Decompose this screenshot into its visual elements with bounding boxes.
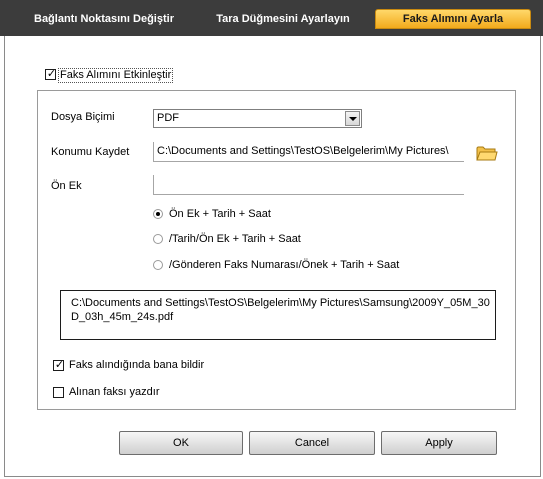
radio-sender-fax-prefix-date-time-label: /Gönderen Faks Numarası/Önek + Tarih + S… (169, 259, 400, 271)
tab-fax-receive-setup[interactable]: Faks Alımını Ayarla (375, 9, 531, 29)
file-format-value: PDF (157, 112, 179, 124)
tab-bar: Bağlantı Noktasını Değiştir Tara Düğmesi… (0, 0, 543, 36)
enable-fax-receive-checkbox[interactable]: ✓ (45, 68, 57, 80)
enable-fax-receive-label[interactable]: Faks Alımını Etkinleştir (58, 68, 174, 83)
path-preview-box: C:\Documents and Settings\TestOS\Belgele… (60, 290, 496, 340)
ok-button[interactable]: OK (119, 431, 243, 455)
radio-prefix-date-time[interactable] (153, 209, 163, 219)
checkmark-icon: ✓ (54, 359, 65, 371)
browse-folder-icon[interactable] (476, 145, 498, 162)
radio-date-prefix-date-time-label: /Tarih/Ön Ek + Tarih + Saat (169, 233, 301, 245)
radio-prefix-date-time-label: Ön Ek + Tarih + Saat (169, 208, 271, 220)
print-received-fax-label[interactable]: Alınan faksı yazdır (69, 386, 160, 398)
print-received-fax-checkbox[interactable] (53, 387, 64, 398)
save-location-value: C:\Documents and Settings\TestOS\Belgele… (157, 145, 449, 157)
dropdown-arrow-icon[interactable] (345, 111, 360, 126)
notify-on-receive-checkbox[interactable]: ✓ (53, 359, 65, 371)
radio-date-prefix-date-time[interactable] (153, 234, 163, 244)
apply-button[interactable]: Apply (381, 431, 497, 455)
save-location-label: Konumu Kaydet (51, 146, 130, 158)
path-preview-text: C:\Documents and Settings\TestOS\Belgele… (71, 297, 490, 323)
file-format-label: Dosya Biçimi (51, 111, 115, 123)
cancel-button[interactable]: Cancel (249, 431, 375, 455)
radio-sender-fax-prefix-date-time[interactable] (153, 260, 163, 270)
tab-change-port[interactable]: Bağlantı Noktasını Değiştir (18, 9, 190, 29)
save-location-field[interactable]: C:\Documents and Settings\TestOS\Belgele… (153, 142, 464, 162)
tab-scan-button-setup[interactable]: Tara Düğmesini Ayarlayın (198, 9, 368, 29)
prefix-label: Ön Ek (51, 180, 82, 192)
notify-on-receive-label[interactable]: Faks alındığında bana bildir (69, 359, 204, 371)
prefix-input[interactable] (153, 175, 464, 195)
file-format-select[interactable]: PDF (153, 109, 362, 128)
checkmark-icon: ✓ (46, 68, 57, 80)
